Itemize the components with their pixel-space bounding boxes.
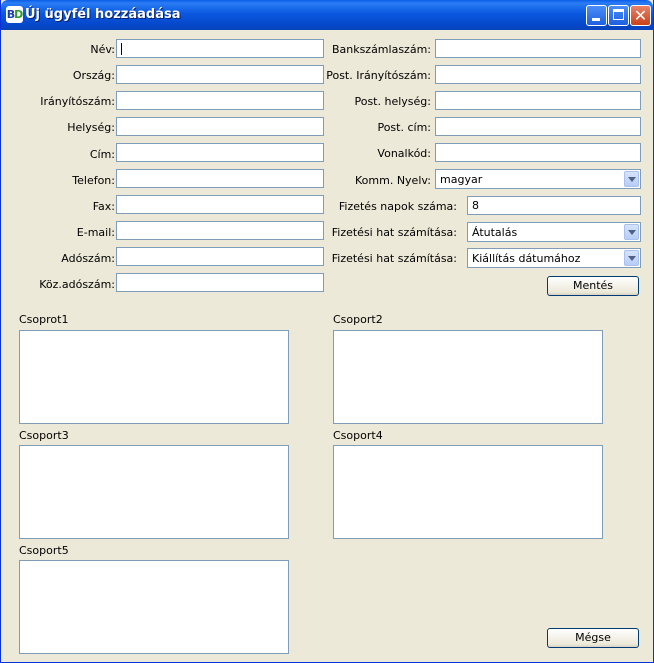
app-logo-icon: BD: [6, 6, 23, 23]
group5-list[interactable]: [19, 560, 289, 654]
add-client-window: BD Új ügyfél hozzáadása ✕ Név: Ország: I…: [0, 0, 654, 663]
text-caret: [121, 43, 122, 55]
group3-label: Csoport3: [19, 429, 69, 442]
payment-method-value: Átutalás: [472, 226, 518, 239]
community-tax-number-label: Köz.adószám:: [39, 278, 115, 291]
address-field[interactable]: [116, 143, 324, 162]
tax-number-label: Adószám:: [61, 252, 115, 265]
postal-code-field[interactable]: [116, 91, 324, 110]
payment-days-field[interactable]: 8: [467, 196, 641, 215]
payment-days-label: Fizetés napok száma:: [338, 200, 457, 213]
group3-list[interactable]: [19, 445, 289, 539]
group4-list[interactable]: [333, 445, 603, 539]
close-icon: ✕: [633, 6, 648, 25]
fax-label: Fax:: [92, 200, 115, 213]
barcode-label: Vonalkód:: [377, 147, 431, 160]
postal-code-label: Irányítószám:: [40, 95, 115, 108]
name-field[interactable]: [116, 39, 324, 58]
window-title: Új ügyfél hozzáadása: [25, 7, 181, 22]
postal-zip-field[interactable]: [435, 65, 641, 84]
email-field[interactable]: [116, 221, 324, 240]
group1-list[interactable]: [19, 330, 289, 424]
payment-calc-value: Kiállítás dátumához: [472, 252, 581, 265]
payment-calc-select[interactable]: Kiállítás dátumához: [467, 248, 641, 268]
city-field[interactable]: [116, 117, 324, 136]
address-label: Cím:: [89, 148, 115, 161]
chevron-down-icon[interactable]: [624, 250, 639, 266]
postal-zip-label: Post. Irányítószám:: [326, 69, 431, 82]
save-button[interactable]: Mentés: [547, 276, 639, 296]
postal-address-field[interactable]: [435, 117, 641, 136]
comm-language-select[interactable]: magyar: [435, 169, 641, 189]
chevron-down-icon[interactable]: [624, 171, 639, 187]
comm-language-label: Komm. Nyelv:: [355, 174, 431, 187]
minimize-button[interactable]: [586, 5, 607, 26]
tax-number-field[interactable]: [116, 247, 324, 266]
payment-method-label: Fizetési hat számítása:: [331, 226, 457, 239]
group2-list[interactable]: [333, 330, 603, 424]
phone-field[interactable]: [116, 169, 324, 188]
barcode-field[interactable]: [435, 143, 641, 162]
group4-label: Csoport4: [333, 429, 383, 442]
comm-language-value: magyar: [440, 173, 483, 186]
maximize-icon: [613, 9, 624, 20]
title-bar[interactable]: BD Új ügyfél hozzáadása ✕: [1, 0, 653, 30]
country-label: Ország:: [72, 69, 115, 82]
postal-city-label: Post. helység:: [354, 95, 431, 108]
bank-account-label: Bankszámlaszám:: [331, 43, 431, 56]
maximize-button[interactable]: [608, 5, 629, 26]
cancel-button[interactable]: Mégse: [547, 628, 639, 648]
minimize-icon: [592, 18, 600, 21]
name-label: Név:: [90, 43, 115, 56]
fax-field[interactable]: [116, 195, 324, 214]
payment-calc-label: Fizetési hat számítása:: [331, 252, 457, 265]
close-button[interactable]: ✕: [630, 5, 651, 26]
postal-address-label: Post. cím:: [377, 121, 431, 134]
group2-label: Csoport2: [333, 313, 383, 326]
country-field[interactable]: [116, 65, 324, 84]
group1-label: Csoprot1: [19, 313, 69, 326]
email-label: E-mail:: [76, 226, 115, 239]
group5-label: Csoport5: [19, 544, 69, 557]
postal-city-field[interactable]: [435, 91, 641, 110]
community-tax-number-field[interactable]: [116, 273, 324, 292]
city-label: Helység:: [67, 121, 115, 134]
bank-account-field[interactable]: [435, 39, 641, 58]
phone-label: Telefon:: [72, 174, 115, 187]
payment-method-select[interactable]: Átutalás: [467, 222, 641, 242]
chevron-down-icon[interactable]: [624, 224, 639, 240]
